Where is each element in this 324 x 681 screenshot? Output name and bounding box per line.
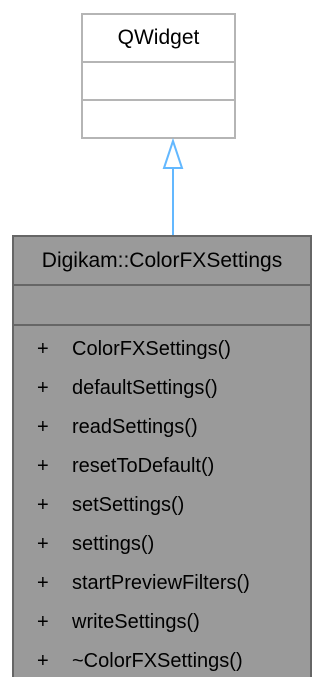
method-row[interactable]: + startPreviewFilters() [14, 564, 310, 603]
method-visibility: + [37, 338, 49, 360]
derived-class-name: Digikam::ColorFXSettings [14, 237, 310, 286]
method-name: startPreviewFilters() [72, 572, 250, 594]
method-name: readSettings() [72, 416, 198, 438]
base-class-attributes [83, 63, 234, 101]
method-name: writeSettings() [72, 611, 200, 633]
base-class-box[interactable]: QWidget [81, 13, 236, 139]
method-visibility: + [37, 494, 49, 516]
method-name: defaultSettings() [72, 377, 218, 399]
method-name: setSettings() [72, 494, 185, 516]
base-class-name: QWidget [83, 15, 234, 63]
method-name: settings() [72, 533, 155, 555]
method-row[interactable]: + readSettings() [14, 408, 310, 447]
method-visibility: + [37, 416, 49, 438]
derived-class-methods: + ColorFXSettings() + defaultSettings() + r… [14, 326, 310, 681]
method-row[interactable]: + ColorFXSettings() [14, 330, 310, 369]
method-visibility: + [37, 377, 49, 399]
method-row[interactable]: + writeSettings() [14, 603, 310, 642]
method-row[interactable]: + resetToDefault() [14, 447, 310, 486]
base-class-methods [83, 101, 234, 139]
method-visibility: + [37, 572, 49, 594]
method-visibility: + [37, 533, 49, 555]
derived-class-box[interactable]: Digikam::ColorFXSettings + ColorFXSetting… [12, 235, 312, 677]
method-visibility: + [37, 611, 49, 633]
method-row[interactable]: + ~ColorFXSettings() [14, 642, 310, 681]
method-name: ~ColorFXSettings() [72, 650, 243, 672]
derived-class-attributes [14, 286, 310, 326]
method-row[interactable]: + setSettings() [14, 486, 310, 525]
method-name: resetToDefault() [72, 455, 215, 477]
inheritance-arrowhead-icon [162, 137, 184, 169]
class-inheritance-diagram: QWidget Digikam::ColorFXSettings + ColorF… [0, 0, 324, 677]
method-visibility: + [37, 650, 49, 672]
method-visibility: + [37, 455, 49, 477]
method-name: ColorFXSettings() [72, 338, 231, 360]
method-row[interactable]: + settings() [14, 525, 310, 564]
method-row[interactable]: + defaultSettings() [14, 369, 310, 408]
